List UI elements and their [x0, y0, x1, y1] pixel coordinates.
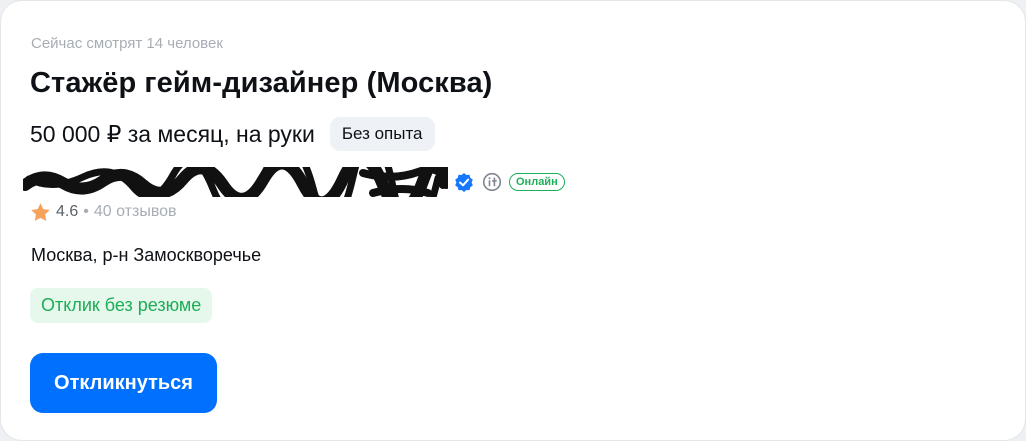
no-resume-badge: Отклик без резюме	[30, 288, 213, 323]
vacancy-title[interactable]: Стажёр гейм-дизайнер (Москва)	[30, 67, 492, 100]
accredited-it-icon	[482, 172, 502, 192]
vacancy-card[interactable]: Сейчас смотрят 14 человек Стажёр гейм-ди…	[0, 0, 1026, 441]
company-row: Онлайн	[23, 166, 565, 198]
rating-row[interactable]: 4.6 • 40 отзывов	[30, 201, 177, 223]
separator-dot: •	[83, 203, 89, 220]
viewers-count: Сейчас смотрят 14 человек	[31, 35, 223, 52]
star-icon	[31, 202, 50, 221]
reviews-count: 40 отзывов	[93, 203, 177, 220]
apply-button[interactable]: Откликнуться	[30, 353, 217, 413]
rating-value: 4.6	[56, 203, 79, 220]
online-badge: Онлайн	[509, 173, 565, 191]
salary: 50 000 ₽ за месяц, на руки	[30, 120, 315, 147]
location: Москва, р-н Замоскворечье	[31, 245, 262, 265]
salary-row: 50 000 ₽ за месяц, на руки Без опыта	[30, 117, 435, 151]
redaction-scribble	[23, 167, 448, 197]
company-name-redacted[interactable]	[23, 167, 448, 197]
verified-check-icon	[455, 173, 473, 192]
experience-badge: Без опыта	[329, 117, 435, 151]
